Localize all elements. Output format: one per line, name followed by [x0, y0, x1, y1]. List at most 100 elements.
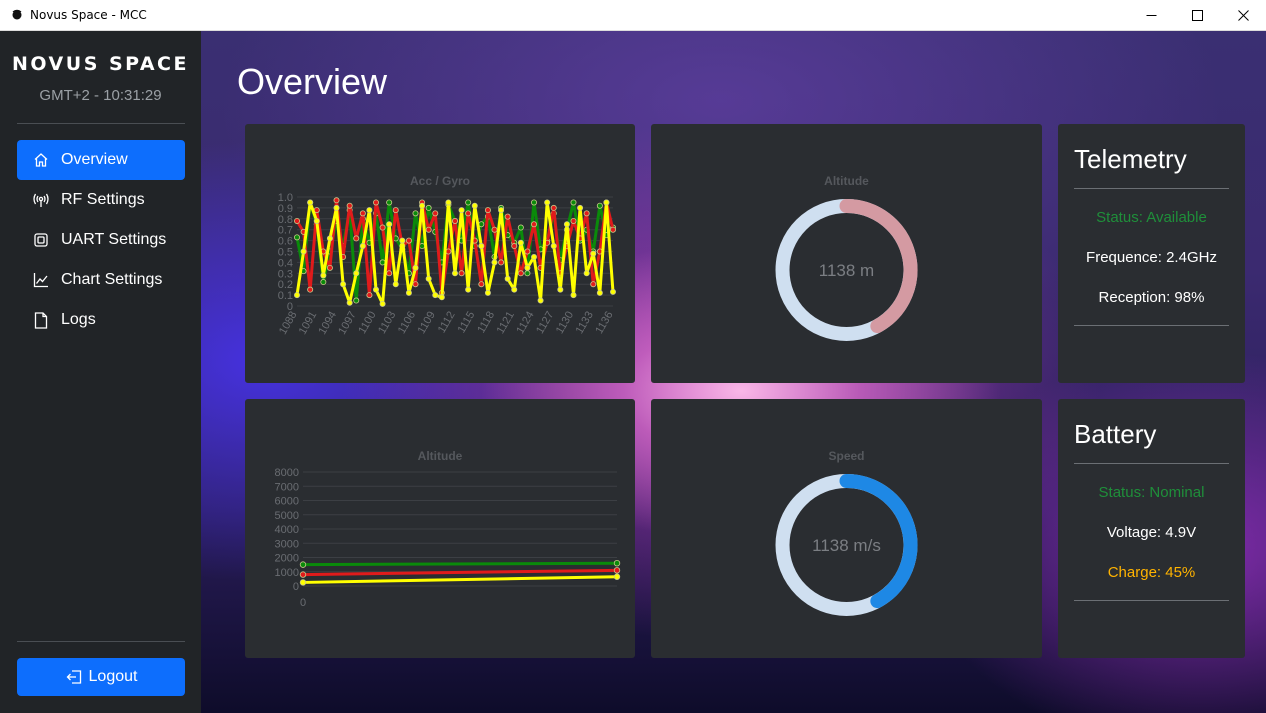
y-tick-label: 8000	[275, 467, 299, 479]
sidebar-item-uart-settings[interactable]: UART Settings	[17, 220, 185, 260]
telemetry-status: Status: Available	[1096, 209, 1207, 226]
logout-icon	[65, 668, 83, 686]
data-point	[432, 292, 439, 299]
sidebar-item-overview[interactable]: Overview	[17, 140, 185, 180]
x-tick-label: 1091	[297, 310, 320, 337]
telemetry-frequence: Frequence: 2.4GHz	[1086, 249, 1217, 266]
altitude-gauge: 1138 m	[775, 199, 918, 341]
data-point	[557, 286, 564, 293]
data-point	[530, 253, 537, 260]
sidebar-divider	[17, 641, 185, 642]
y-tick-label: 0	[293, 581, 299, 593]
speed-gauge: 1138 m/s	[775, 474, 918, 616]
data-point	[550, 204, 557, 211]
x-tick-label: 1127	[534, 310, 556, 336]
data-point	[524, 248, 531, 255]
y-tick-label: 3000	[275, 538, 299, 550]
data-point	[399, 237, 406, 244]
data-point	[333, 204, 340, 211]
data-point	[478, 281, 485, 288]
data-point	[544, 199, 551, 206]
minimize-button[interactable]	[1128, 0, 1174, 31]
telemetry-reception: Reception: 98%	[1098, 289, 1205, 306]
data-point	[484, 289, 491, 296]
window-titlebar: Novus Space - MCC	[0, 0, 1266, 31]
data-point	[299, 561, 307, 568]
data-point	[471, 202, 478, 209]
data-point	[465, 210, 472, 217]
data-point	[299, 579, 307, 586]
gauge-value-label: 1138 m/s	[812, 536, 881, 555]
altitude-chart: 0 1000 2000 3000 4000 5000 6000 7000 8000 0	[275, 467, 621, 609]
data-point	[524, 270, 531, 277]
y-tick-label: 0.6	[278, 236, 293, 248]
sidebar-divider	[17, 123, 185, 124]
data-point	[511, 243, 518, 250]
data-point	[498, 207, 505, 214]
sidebar-item-chart-settings[interactable]: Chart Settings	[17, 260, 185, 300]
x-tick-label: 1112	[436, 310, 458, 336]
data-point	[425, 275, 432, 282]
data-point	[530, 221, 537, 228]
data-point	[353, 297, 360, 304]
altitude-chart-card: Altitude 0 1000 2000 3000 4000 5000 6000 7000 80…	[245, 399, 635, 658]
y-tick-label: 0.2	[278, 279, 293, 291]
data-point	[386, 221, 393, 228]
telemetry-heading: Telemetry	[1074, 144, 1187, 174]
data-point	[465, 199, 472, 206]
battery-voltage: Voltage: 4.9V	[1106, 524, 1197, 541]
x-tick-label: 1133	[574, 310, 596, 336]
graph-icon	[32, 271, 50, 289]
home-icon	[32, 151, 50, 169]
data-point	[596, 289, 603, 296]
data-point	[372, 286, 379, 293]
chip-icon	[32, 231, 50, 249]
app-icon	[9, 7, 25, 23]
sidebar-item-logs[interactable]: Logs	[17, 300, 185, 340]
data-point	[419, 202, 426, 209]
data-point	[458, 270, 465, 277]
x-tick-label: 1106	[396, 310, 418, 336]
antenna-icon	[32, 191, 50, 209]
x-tick-label: 1121	[495, 310, 517, 336]
sidebar-item-label: Chart Settings	[61, 271, 163, 288]
x-tick-label: 1136	[593, 310, 615, 336]
battery-charge: Charge: 45%	[1107, 564, 1196, 581]
y-tick-label: 0.9	[278, 203, 293, 215]
main-content: Overview Acc / Gyro 0 0.1 0.2 0.3 0.4 0.5 0.6 0…	[201, 31, 1266, 713]
y-tick-label: 0.7	[278, 225, 293, 237]
data-point	[392, 281, 399, 288]
logout-button[interactable]: Logout	[17, 658, 185, 696]
battery-divider	[1074, 463, 1229, 464]
battery-heading: Battery	[1074, 419, 1157, 449]
data-point	[432, 210, 439, 217]
y-tick-label: 0.1	[278, 290, 293, 302]
data-point	[326, 264, 333, 271]
data-point	[405, 289, 412, 296]
series-line	[302, 568, 618, 577]
x-tick-label: 1124	[514, 310, 536, 336]
speed-gauge-card: Speed 1138 m/s	[651, 399, 1042, 658]
close-button[interactable]	[1220, 0, 1266, 31]
data-point	[294, 217, 301, 224]
data-point	[484, 207, 491, 214]
data-point	[590, 281, 597, 288]
data-point	[425, 204, 432, 211]
battery-divider	[1074, 600, 1229, 601]
data-point	[294, 234, 301, 241]
data-point	[379, 300, 386, 307]
clock: GMT+2 - 10:31:29	[39, 87, 162, 104]
sidebar-item-label: Overview	[61, 151, 128, 168]
sidebar-item-rf-settings[interactable]: RF Settings	[17, 180, 185, 220]
y-tick-label: 0.5	[278, 247, 293, 259]
data-point	[412, 281, 419, 288]
battery-card: Battery Status: Nominal Voltage: 4.9V Ch…	[1058, 399, 1245, 658]
close-icon	[1237, 10, 1249, 21]
maximize-button[interactable]	[1174, 0, 1220, 31]
sidebar-item-label: RF Settings	[61, 191, 145, 208]
minimize-icon	[1146, 15, 1156, 16]
maximize-icon	[1191, 10, 1203, 21]
brand-logo: NOVUS SPACE	[12, 53, 189, 75]
data-point	[451, 270, 458, 277]
data-point	[498, 259, 505, 266]
